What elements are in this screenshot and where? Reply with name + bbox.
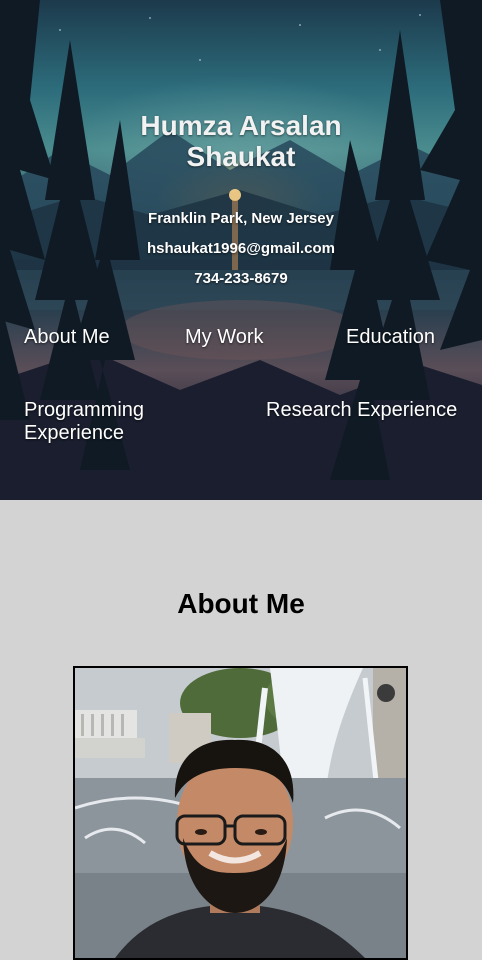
nav-research-experience[interactable]: Research Experience xyxy=(266,399,457,422)
name-line-1: Humza Arsalan xyxy=(140,110,342,141)
about-me-heading: About Me xyxy=(177,588,305,619)
nav-education[interactable]: Education xyxy=(346,326,435,349)
nav-programming-experience[interactable]: Programming Experience xyxy=(24,399,144,445)
nav-programming-line-2: Experience xyxy=(24,422,125,444)
site-owner-name: Humza Arsalan Shaukat xyxy=(0,110,482,172)
nav-programming-line-1: Programming xyxy=(24,399,145,421)
location-text: Franklin Park, New Jersey xyxy=(148,210,334,227)
email-text: hshaukat1996@gmail.com xyxy=(146,240,336,257)
phone-text: 734-233-8679 xyxy=(194,270,288,287)
nav-about-me[interactable]: About Me xyxy=(24,326,110,349)
name-line-2: Shaukat xyxy=(186,141,296,172)
portrait-image xyxy=(75,668,406,958)
profile-photo xyxy=(73,666,408,960)
hero-banner: Humza Arsalan Shaukat Franklin Park, New… xyxy=(0,0,482,500)
nav-my-work[interactable]: My Work xyxy=(185,326,264,349)
